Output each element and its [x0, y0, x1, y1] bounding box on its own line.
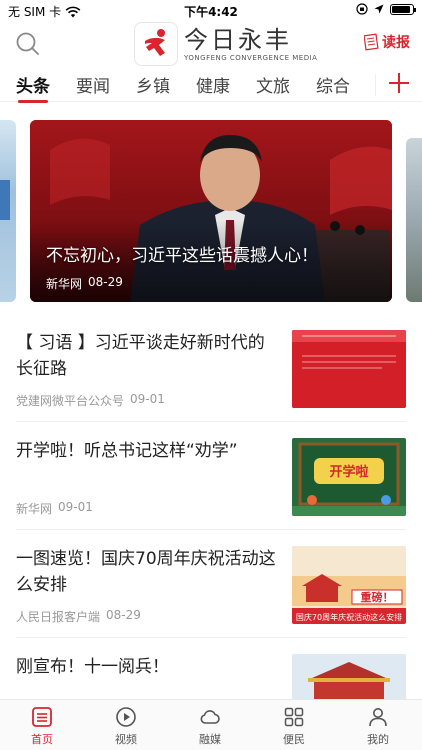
thumbnail-badge: 重磅！: [361, 590, 394, 604]
news-thumbnail: 开学啦: [292, 438, 406, 516]
news-date: 08-29: [106, 608, 141, 622]
location-icon: [374, 4, 384, 14]
thumbnail-graphic: 重磅！ 国庆70周年庆祝活动这么安排: [292, 546, 406, 624]
slide-caption: 不忘初心，习近平这些话震撼人心！: [46, 246, 318, 266]
slide-meta: 新华网 08-29: [46, 275, 123, 292]
orientation-lock-icon: [356, 3, 368, 15]
nav-media[interactable]: 融媒: [175, 706, 245, 747]
newspaper-icon: [364, 33, 379, 51]
category-tabs: 头条 要闻 乡镇 健康 文旅 综合: [0, 66, 422, 103]
add-channel-icon[interactable]: [384, 68, 414, 98]
news-source: 人民日报客户端: [16, 610, 101, 624]
news-date: 09-01: [58, 500, 93, 514]
tab-general[interactable]: 综合: [316, 72, 350, 97]
app-logo: 今日永丰 YONGFENG CONVERGENCE MEDIA: [134, 22, 317, 66]
carousel-prev-slide[interactable]: [0, 120, 16, 302]
tabs-divider: [375, 74, 376, 96]
nav-services[interactable]: 便民: [259, 706, 329, 747]
battery-icon: [390, 3, 416, 15]
thumbnail-title: 开学啦: [329, 464, 368, 480]
thumbnail-graphic: 开学啦: [292, 438, 406, 516]
tab-headlines[interactable]: 头条: [16, 72, 50, 97]
news-meta: 新华网 09-01: [16, 500, 93, 517]
nav-video[interactable]: 视频: [91, 706, 161, 747]
news-thumbnail: 重磅！ 国庆70周年庆祝活动这么安排: [292, 546, 406, 624]
bottom-tab-bar: 首页 视频 融媒 便民 我的: [0, 699, 422, 750]
news-date: 09-01: [130, 392, 165, 406]
tab-news[interactable]: 要闻: [76, 72, 110, 97]
news-item[interactable]: 一图速览！国庆70周年庆祝活动这么安排 人民日报客户端 08-29 重磅！ 国庆…: [0, 534, 422, 638]
nav-label: 视频: [115, 733, 137, 746]
logo-title: 今日永丰: [184, 26, 292, 54]
news-title: 一图速览！国庆70周年庆祝活动这么安排: [16, 549, 276, 595]
nav-label: 融媒: [199, 733, 221, 746]
news-item[interactable]: 【 习语 】习近平谈走好新时代的长征路 党建网微平台公众号 09-01: [0, 318, 422, 422]
tab-culture-tourism[interactable]: 文旅: [256, 72, 290, 97]
logo-subtitle: YONGFENG CONVERGENCE MEDIA: [184, 54, 318, 62]
search-icon[interactable]: [14, 30, 42, 58]
user-icon: [369, 708, 387, 727]
read-paper-button[interactable]: 读报: [364, 32, 410, 52]
active-tab-indicator: [18, 100, 48, 103]
runner-logo-icon: [145, 29, 165, 56]
nav-label: 我的: [367, 733, 389, 746]
news-source: 新华网: [16, 502, 53, 516]
play-circle-icon: [116, 707, 136, 727]
news-meta: 人民日报客户端 08-29: [16, 608, 141, 625]
tab-towns[interactable]: 乡镇: [136, 72, 170, 97]
app-header: 今日永丰 YONGFENG CONVERGENCE MEDIA 读报: [0, 22, 422, 66]
nav-label: 便民: [283, 733, 305, 746]
grid-apps-icon: [284, 707, 304, 727]
news-meta: 党建网微平台公众号 09-01: [16, 392, 165, 409]
status-bar: 无 SIM 卡 下午4:42: [0, 0, 422, 22]
cloud-icon: [200, 710, 220, 724]
logo-mark: [134, 22, 178, 66]
nav-label: 首页: [31, 733, 53, 746]
logo-text: 今日永丰 YONGFENG CONVERGENCE MEDIA: [184, 26, 317, 62]
carousel-next-slide[interactable]: [406, 138, 422, 302]
news-item[interactable]: 开学啦！听总书记这样“劝学” 新华网 09-01 开学啦: [0, 426, 422, 530]
headline-carousel[interactable]: 不忘初心，习近平这些话震撼人心！ 新华网 08-29: [0, 120, 422, 302]
news-title: 【 习语 】习近平谈走好新时代的长征路: [16, 333, 265, 379]
home-list-icon: [32, 707, 52, 727]
slide-source: 新华网: [46, 277, 83, 291]
nav-profile[interactable]: 我的: [343, 706, 413, 747]
news-thumbnail: [292, 330, 406, 408]
read-paper-label: 读报: [382, 35, 410, 51]
carousel-slide[interactable]: 不忘初心，习近平这些话震撼人心！ 新华网 08-29: [30, 120, 392, 302]
nav-home[interactable]: 首页: [7, 706, 77, 747]
thumbnail-banner: 国庆70周年庆祝活动这么安排: [296, 612, 402, 622]
news-title: 开学啦！听总书记这样“劝学”: [16, 441, 238, 461]
tab-health[interactable]: 健康: [196, 72, 230, 97]
news-title: 刚宣布！十一阅兵！: [16, 657, 169, 677]
news-source: 党建网微平台公众号: [16, 394, 125, 408]
slide-date: 08-29: [88, 275, 123, 289]
status-right: [356, 3, 416, 15]
thumbnail-graphic: [292, 330, 406, 408]
